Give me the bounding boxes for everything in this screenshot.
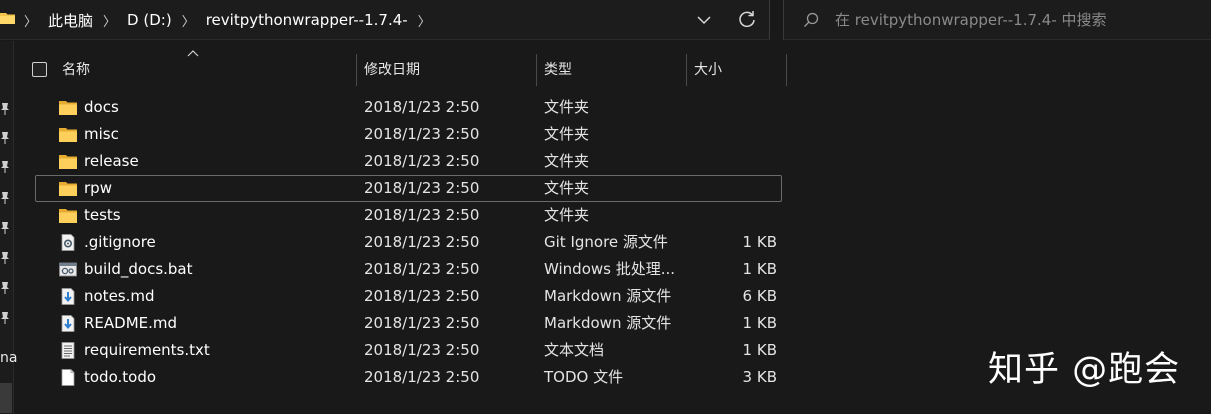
file-type: 文件夹 (544, 179, 590, 197)
file-type: Markdown 源文件 (544, 314, 672, 332)
file-date: 2018/1/23 2:50 (364, 98, 480, 116)
file-name[interactable]: rpw (84, 175, 112, 202)
folder-icon (59, 155, 77, 169)
column-divider[interactable] (786, 54, 787, 86)
column-name[interactable]: 名称 (62, 54, 90, 86)
file-row-focused[interactable]: rpw 2018/1/23 2:50 文件夹 (35, 175, 782, 202)
file-type: TODO 文件 (544, 368, 624, 386)
file-name[interactable]: notes.md (84, 283, 155, 310)
file-type: 文本文档 (544, 341, 605, 359)
chevron-right-icon[interactable]: 〉 (182, 11, 195, 30)
gear-file-icon (61, 234, 75, 251)
file-name[interactable]: tests (84, 202, 121, 229)
nav-scrollbar[interactable] (0, 383, 12, 413)
column-size[interactable]: 大小 (694, 54, 722, 86)
file-size: 1 KB (742, 233, 777, 251)
pin-icon[interactable] (0, 161, 10, 173)
column-divider[interactable] (536, 54, 537, 86)
chevron-down-icon[interactable] (695, 11, 713, 29)
file-date: 2018/1/23 2:50 (364, 233, 480, 251)
file-row[interactable]: build_docs.bat 2018/1/23 2:50 Windows 批处… (35, 256, 782, 283)
file-date: 2018/1/23 2:50 (364, 341, 480, 359)
column-divider[interactable] (686, 54, 687, 86)
file-type: 文件夹 (544, 98, 590, 116)
breadcrumb-current-folder[interactable]: revitpythonwrapper--1.7.4- (206, 11, 408, 29)
file-row[interactable]: docs 2018/1/23 2:50 文件夹 (35, 94, 782, 121)
search-placeholder: 在 revitpythonwrapper--1.7.4- 中搜索 (835, 11, 1107, 29)
refresh-icon[interactable] (737, 9, 757, 29)
folder-icon (59, 101, 77, 115)
file-name[interactable]: misc (84, 121, 119, 148)
nav-item-partial-label[interactable]: na (0, 350, 17, 366)
sort-ascending-icon (187, 50, 199, 57)
chevron-right-icon[interactable]: 〉 (103, 11, 116, 30)
file-row[interactable]: release 2018/1/23 2:50 文件夹 (35, 148, 782, 175)
navigation-pane: na (0, 41, 17, 414)
file-row[interactable]: misc 2018/1/23 2:50 文件夹 (35, 121, 782, 148)
pin-icon[interactable] (0, 312, 10, 324)
file-name[interactable]: todo.todo (84, 364, 156, 391)
file-date: 2018/1/23 2:50 (364, 314, 480, 332)
file-name[interactable]: requirements.txt (84, 337, 210, 364)
file-date: 2018/1/23 2:50 (364, 125, 480, 143)
folder-icon (59, 128, 77, 142)
blank-file-icon (61, 369, 75, 386)
column-date[interactable]: 修改日期 (364, 54, 420, 86)
file-date: 2018/1/23 2:50 (364, 260, 480, 278)
batch-file-icon (59, 262, 77, 277)
column-type[interactable]: 类型 (544, 54, 572, 86)
file-name[interactable]: README.md (84, 310, 177, 337)
file-date: 2018/1/23 2:50 (364, 152, 480, 170)
pin-icon[interactable] (0, 192, 10, 204)
file-name[interactable]: release (84, 148, 139, 175)
pin-icon[interactable] (0, 103, 10, 115)
file-date: 2018/1/23 2:50 (364, 368, 480, 386)
chevron-right-icon[interactable]: 〉 (418, 11, 431, 30)
breadcrumb-drive-d[interactable]: D (D:) (127, 11, 172, 29)
file-name[interactable]: docs (84, 94, 119, 121)
file-type: Git Ignore 源文件 (544, 233, 668, 251)
breadcrumb-this-pc[interactable]: 此电脑 (48, 10, 93, 31)
file-date: 2018/1/23 2:50 (364, 179, 480, 197)
column-header: 名称 修改日期 类型 大小 (18, 50, 798, 86)
folder-icon (59, 182, 77, 196)
file-type: 文件夹 (544, 206, 590, 224)
folder-icon (0, 13, 15, 24)
search-input[interactable]: 在 revitpythonwrapper--1.7.4- 中搜索 (783, 0, 1211, 40)
file-date: 2018/1/23 2:50 (364, 206, 480, 224)
pin-icon[interactable] (0, 222, 10, 234)
file-name[interactable]: .gitignore (84, 229, 156, 256)
file-size: 1 KB (742, 341, 777, 359)
pin-icon[interactable] (0, 282, 10, 294)
file-row[interactable]: requirements.txt 2018/1/23 2:50 文本文档 1 K… (35, 337, 782, 364)
select-all-checkbox[interactable] (32, 62, 47, 77)
file-name[interactable]: build_docs.bat (84, 256, 193, 283)
file-size: 3 KB (742, 368, 777, 386)
chevron-right-icon[interactable]: 〉 (24, 11, 37, 30)
pin-icon[interactable] (0, 132, 10, 144)
file-size: 1 KB (742, 314, 777, 332)
file-type: Windows 批处理... (544, 260, 676, 278)
file-row[interactable]: todo.todo 2018/1/23 2:50 TODO 文件 3 KB (35, 364, 782, 391)
search-icon (804, 12, 819, 27)
file-date: 2018/1/23 2:50 (364, 287, 480, 305)
markdown-file-icon (61, 288, 75, 305)
text-file-icon (61, 342, 75, 359)
file-row[interactable]: README.md 2018/1/23 2:50 Markdown 源文件 1 … (35, 310, 782, 337)
breadcrumb: 〉 此电脑 〉 D (D:) 〉 revitpythonwrapper--1.7… (24, 0, 442, 40)
markdown-file-icon (61, 315, 75, 332)
pin-icon[interactable] (0, 252, 10, 264)
file-type: Markdown 源文件 (544, 287, 672, 305)
file-row[interactable]: .gitignore 2018/1/23 2:50 Git Ignore 源文件… (35, 229, 782, 256)
file-row[interactable]: tests 2018/1/23 2:50 文件夹 (35, 202, 782, 229)
column-divider[interactable] (356, 54, 357, 86)
watermark-text: 知乎 @跑会 (988, 350, 1181, 390)
address-bar[interactable]: 〉 此电脑 〉 D (D:) 〉 revitpythonwrapper--1.7… (0, 0, 770, 40)
file-row[interactable]: notes.md 2018/1/23 2:50 Markdown 源文件 6 K… (35, 283, 782, 310)
file-size: 6 KB (742, 287, 777, 305)
file-type: 文件夹 (544, 152, 590, 170)
folder-icon (59, 209, 77, 223)
file-size: 1 KB (742, 260, 777, 278)
file-type: 文件夹 (544, 125, 590, 143)
